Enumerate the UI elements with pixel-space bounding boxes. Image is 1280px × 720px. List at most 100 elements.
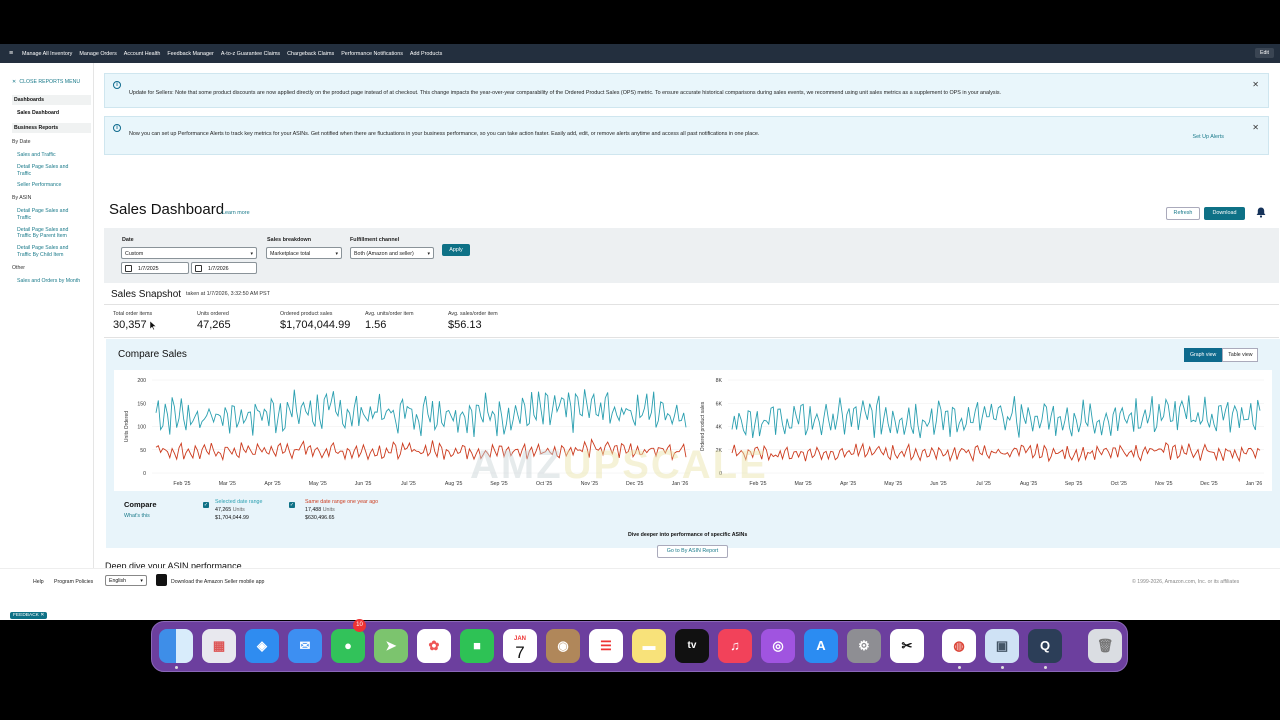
appstore-icon[interactable]: A [804, 629, 838, 663]
compare-label: Compare [124, 500, 157, 509]
metric-total-order-items: Total order items 30,357 [113, 311, 153, 331]
launchpad-icon[interactable]: ▦ [202, 629, 236, 663]
settings-icon[interactable]: ⚙ [847, 629, 881, 663]
menu-icon[interactable]: ≡ [0, 50, 22, 57]
info-icon: i [113, 124, 121, 132]
compare-sales-title: Compare Sales [118, 349, 187, 360]
refresh-button[interactable]: Refresh [1166, 207, 1200, 220]
selected-range-checkbox[interactable]: ✓ [203, 502, 209, 508]
nav-performance-notifications[interactable]: Performance Notifications [341, 51, 403, 57]
date-select[interactable]: Custom ▾ [121, 247, 257, 259]
safari-icon[interactable]: ◈ [245, 629, 279, 663]
y-tick-label: 100 [137, 425, 146, 431]
prior-range-checkbox[interactable]: ✓ [289, 502, 295, 508]
x-tick-label: Aug '25 [1020, 481, 1038, 487]
macos-dock: ▦ ◈ ✉ ● 10 ➤ ✿ ■ JAN 7 ◉ ☰ ▬ tv ♫ ◎ A ⚙ ✂… [151, 619, 1128, 672]
copyright: © 1999-2026, Amazon.com, Inc. or its aff… [1132, 579, 1240, 585]
breakdown-select[interactable]: Marketplace total ▾ [266, 247, 342, 259]
whats-this-link[interactable]: What's this [124, 513, 150, 519]
deep-dive-subtitle: Dive deeper into performance of specific… [628, 532, 748, 538]
sidebar-item-asin-parent[interactable]: Detail Page Sales and Traffic By Parent … [12, 227, 83, 241]
y-axis-label: Units Ordered [124, 411, 130, 442]
x-tick-label: Jan '26 [1246, 481, 1263, 487]
x-tick-label: Oct '25 [1111, 481, 1127, 487]
help-link[interactable]: Help [33, 579, 44, 585]
feedback-tab[interactable]: FEEDBACK ✕ [10, 612, 48, 619]
close-icon[interactable]: ✕ [1252, 80, 1259, 89]
learn-more-link[interactable]: Learn more [222, 210, 250, 216]
x-tick-label: Mar '25 [795, 481, 812, 487]
close-icon: ✕ [12, 79, 17, 85]
nav-feedback-manager[interactable]: Feedback Manager [167, 51, 213, 57]
sidebar-item-sales-traffic[interactable]: Sales and Traffic [12, 152, 83, 159]
bell-icon[interactable] [1256, 207, 1266, 221]
program-policies-link[interactable]: Program Policies [54, 579, 93, 585]
sidebar-item-detail-page-sales[interactable]: Detail Page Sales and Traffic [12, 164, 83, 178]
x-tick-label: May '25 [884, 481, 902, 487]
x-tick-label: Aug '25 [445, 481, 463, 487]
sidebar-item-sales-dashboard[interactable]: Sales Dashboard [12, 107, 83, 119]
tv-icon[interactable]: tv [675, 629, 709, 663]
nav-account-health[interactable]: Account Health [124, 51, 161, 57]
trash-icon[interactable]: 🗑 [1088, 629, 1122, 663]
language-select[interactable]: English ▾ [105, 575, 147, 586]
metric-units-ordered: Units ordered 47,265 [197, 311, 231, 331]
graph-view-button[interactable]: Graph view [1184, 348, 1223, 362]
facetime-icon[interactable]: ■ [460, 629, 494, 663]
chevron-down-icon: ▾ [427, 251, 430, 257]
mobile-app-link[interactable]: Download the Amazon Seller mobile app [171, 579, 264, 585]
preview-icon[interactable]: ▣ [985, 629, 1019, 663]
download-button[interactable]: Download [1204, 207, 1245, 220]
nav-add-products[interactable]: Add Products [410, 51, 442, 57]
calendar-icon [125, 265, 132, 272]
photos-icon[interactable]: ✿ [417, 629, 451, 663]
fulfillment-label: Fulfillment channel [350, 237, 400, 243]
nav-chargeback-claims[interactable]: Chargeback Claims [287, 51, 334, 57]
nav-manage-orders[interactable]: Manage Orders [79, 51, 116, 57]
x-tick-label: Apr '25 [840, 481, 856, 487]
podcasts-icon[interactable]: ◎ [761, 629, 795, 663]
reminders-icon[interactable]: ☰ [589, 629, 623, 663]
calendar-icon [195, 265, 202, 272]
set-up-alerts-link[interactable]: Set Up Alerts [1193, 134, 1224, 140]
calendar-icon[interactable]: JAN 7 [503, 629, 537, 663]
close-icon[interactable]: ✕ [1252, 123, 1259, 132]
nav-manage-inventory[interactable]: Manage All Inventory [22, 51, 72, 57]
x-tick-label: Dec '25 [1200, 481, 1218, 487]
fulfillment-select[interactable]: Both (Amazon and seller) ▾ [350, 247, 434, 259]
music-icon[interactable]: ♫ [718, 629, 752, 663]
capcut-icon[interactable]: ✂ [890, 629, 924, 663]
snapshot-title: Sales Snapshot [111, 289, 182, 300]
apply-button[interactable]: Apply [442, 244, 470, 256]
other-heading: Other [12, 264, 25, 271]
x-tick-label: Mar '25 [219, 481, 236, 487]
messages-icon[interactable]: ● [331, 629, 365, 663]
finder-icon[interactable] [159, 629, 193, 663]
page-title: Sales Dashboard [109, 201, 225, 218]
y-tick-label: 6K [716, 401, 723, 407]
contacts-icon[interactable]: ◉ [546, 629, 580, 663]
by-asin-heading: By ASIN [12, 195, 32, 201]
snapshot-metrics: Total order items 30,357 Units ordered 47,… [104, 304, 1279, 338]
end-date-input[interactable]: 1/7/2026 [191, 262, 257, 274]
quicktime-icon[interactable]: Q [1028, 629, 1062, 663]
start-date-input[interactable]: 1/7/2025 [121, 262, 189, 274]
view-toggle: Graph view Table view [1184, 348, 1259, 362]
sidebar-item-sales-orders-month[interactable]: Sales and Orders by Month [12, 278, 83, 285]
metric-avg-units: Avg. units/order item 1.56 [365, 311, 414, 331]
close-reports-menu[interactable]: ✕ CLOSE REPORTS MENU [12, 79, 83, 85]
go-to-asin-report-button[interactable]: Go to By ASIN Report [657, 545, 728, 558]
by-date-heading: By Date [12, 139, 31, 145]
sidebar-item-seller-performance[interactable]: Seller Performance [12, 182, 83, 189]
notes-icon[interactable]: ▬ [632, 629, 666, 663]
table-view-button[interactable]: Table view [1222, 348, 1259, 362]
chrome-icon[interactable]: ◍ [942, 629, 976, 663]
nav-atoz-claims[interactable]: A-to-z Guarantee Claims [221, 51, 280, 57]
mouse-cursor [150, 321, 156, 330]
x-tick-label: Apr '25 [264, 481, 280, 487]
mail-icon[interactable]: ✉ [288, 629, 322, 663]
edit-nav-button[interactable]: Edit [1255, 48, 1274, 58]
maps-icon[interactable]: ➤ [374, 629, 408, 663]
sidebar-item-asin-child[interactable]: Detail Page Sales and Traffic By Child I… [12, 245, 83, 259]
sidebar-item-asin-detail-page[interactable]: Detail Page Sales and Traffic [12, 208, 83, 222]
